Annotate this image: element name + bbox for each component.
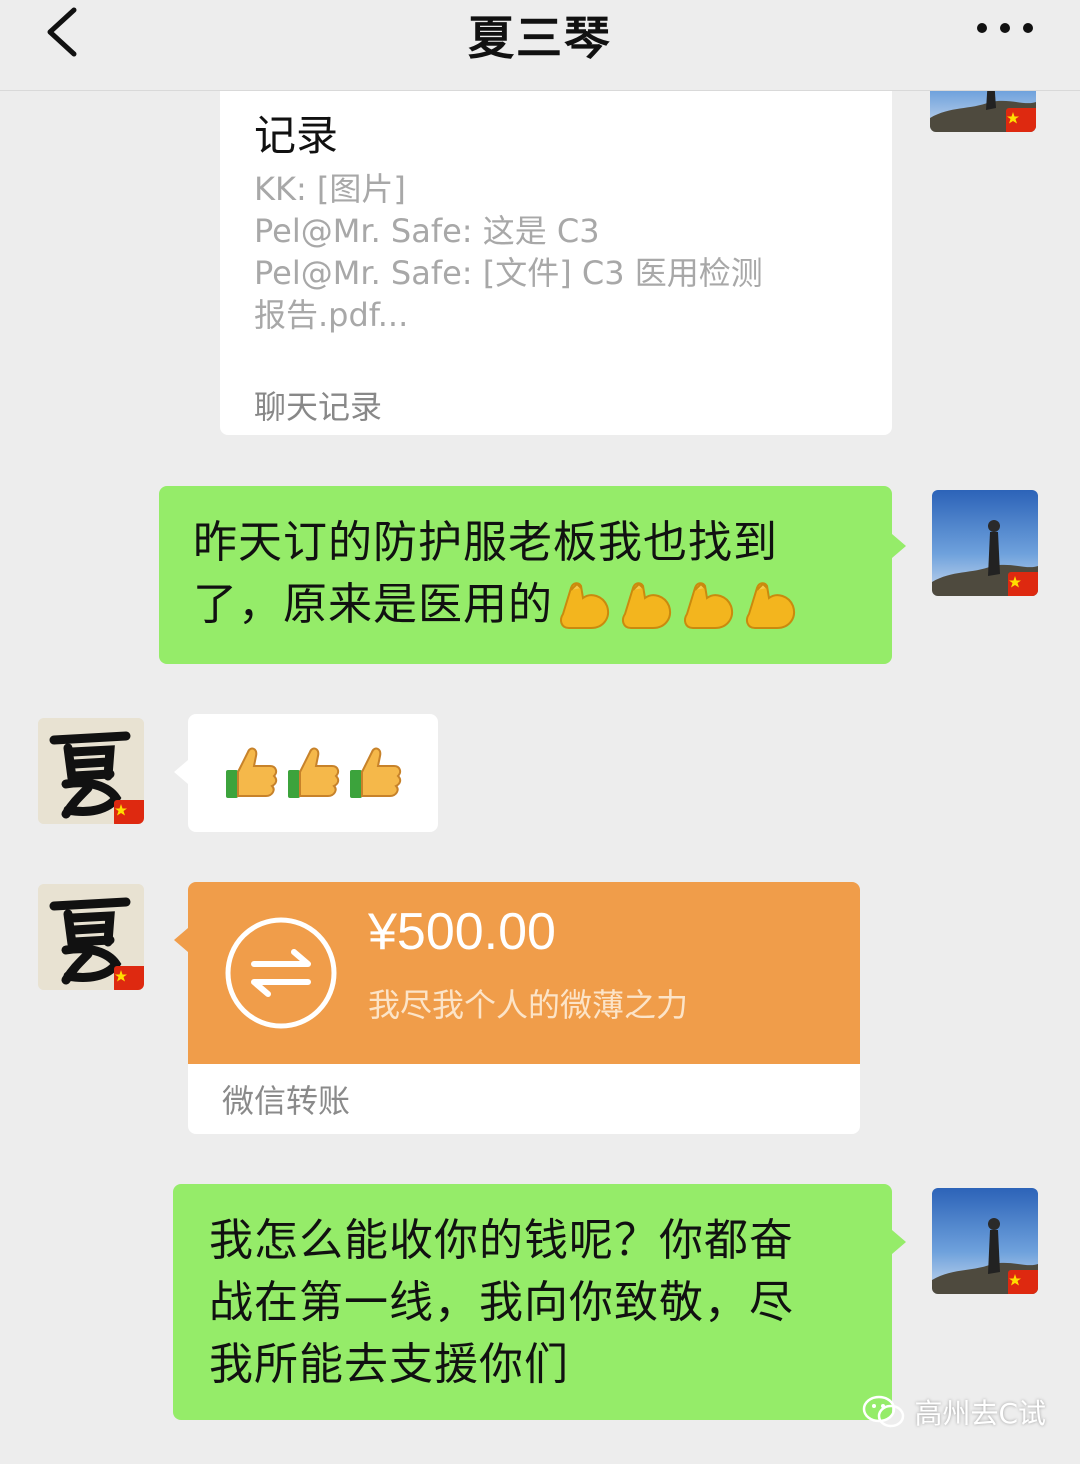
record-line: KK: [图片] xyxy=(254,170,406,208)
china-flag-icon xyxy=(1006,108,1036,132)
contact-avatar[interactable] xyxy=(38,884,144,990)
record-footer: 聊天记录 xyxy=(254,388,383,426)
watermark: 高州去C试 xyxy=(862,1392,1046,1432)
message-line: 我怎么能收你的钱呢？你都奋 xyxy=(209,1215,794,1266)
china-flag-icon xyxy=(114,800,144,824)
contact-avatar[interactable] xyxy=(38,718,144,824)
chat-record-card[interactable]: 记录 KK: [图片] Pel@Mr. Safe: 这是 C3 Pel@Mr. … xyxy=(220,60,892,435)
record-line: Pel@Mr. Safe: [文件] C3 医用检测 xyxy=(254,254,763,292)
emoji-group xyxy=(224,744,402,800)
message-line-with-emoji: 了，原来是医用的 xyxy=(193,574,873,636)
flexed-biceps-icon xyxy=(560,582,609,629)
more-options-button[interactable] xyxy=(970,10,1040,50)
received-message-bubble[interactable] xyxy=(174,714,438,832)
bubble-tail xyxy=(174,760,188,784)
message-text: 昨天订的防护服老板我也找到 了，原来是医用的 xyxy=(193,512,873,636)
message-line: 战在第一线，我向你致敬，尽 xyxy=(209,1277,794,1328)
thumbs-up-icon xyxy=(226,747,278,798)
china-flag-icon xyxy=(1008,572,1038,596)
more-dots-icon xyxy=(977,23,1033,33)
bubble-tail xyxy=(174,928,188,952)
record-line: Pel@Mr. Safe: 这是 C3 xyxy=(254,212,600,250)
record-title: 记录 xyxy=(254,111,339,160)
thumbs-up-icon xyxy=(288,747,340,798)
record-line: 报告.pdf... xyxy=(254,296,409,334)
record-preview: KK: [图片] Pel@Mr. Safe: 这是 C3 Pel@Mr. Saf… xyxy=(254,168,854,336)
chat-screen: 记录 KK: [图片] Pel@Mr. Safe: 这是 C3 Pel@Mr. … xyxy=(0,0,1080,1464)
flexed-biceps-icon xyxy=(622,582,671,629)
chat-title: 夏三琴 xyxy=(468,11,612,65)
message-text: 我怎么能收你的钱呢？你都奋 战在第一线，我向你致敬，尽 我所能去支援你们 xyxy=(209,1210,869,1396)
watermark-text: 高州去C试 xyxy=(914,1397,1046,1430)
transfer-label: 微信转账 xyxy=(222,1082,351,1120)
flexed-biceps-icon xyxy=(746,582,795,629)
china-flag-icon xyxy=(1008,1270,1038,1294)
flexed-biceps-icon xyxy=(684,582,733,629)
wechat-logo-icon xyxy=(863,1395,905,1428)
transfer-note: 我尽我个人的微薄之力 xyxy=(368,986,689,1024)
transfer-amount: ¥500.00 xyxy=(368,903,556,961)
message-line: 我所能去支援你们 xyxy=(209,1339,569,1390)
sent-message-bubble[interactable]: 昨天订的防护服老板我也找到 了，原来是医用的 xyxy=(159,486,906,664)
chat-header: 夏三琴 xyxy=(0,0,1080,91)
transfer-footer: 微信转账 xyxy=(188,1064,860,1134)
self-avatar[interactable] xyxy=(932,490,1038,596)
emoji-group xyxy=(557,578,801,632)
transfer-header: ¥500.00 我尽我个人的微薄之力 xyxy=(188,882,860,1064)
thumbs-up-icon xyxy=(350,747,402,798)
message-line: 了，原来是医用的 xyxy=(193,579,553,630)
bubble-tail xyxy=(892,534,906,558)
self-avatar[interactable] xyxy=(932,1188,1038,1294)
china-flag-icon xyxy=(114,966,144,990)
message-line: 昨天订的防护服老板我也找到 xyxy=(193,517,778,568)
bubble-tail xyxy=(892,1230,906,1254)
transfer-card[interactable]: ¥500.00 我尽我个人的微薄之力 微信转账 xyxy=(174,882,860,1134)
transfer-arrows-icon xyxy=(225,917,337,1029)
sent-message-bubble[interactable]: 我怎么能收你的钱呢？你都奋 战在第一线，我向你致敬，尽 我所能去支援你们 xyxy=(173,1184,906,1420)
